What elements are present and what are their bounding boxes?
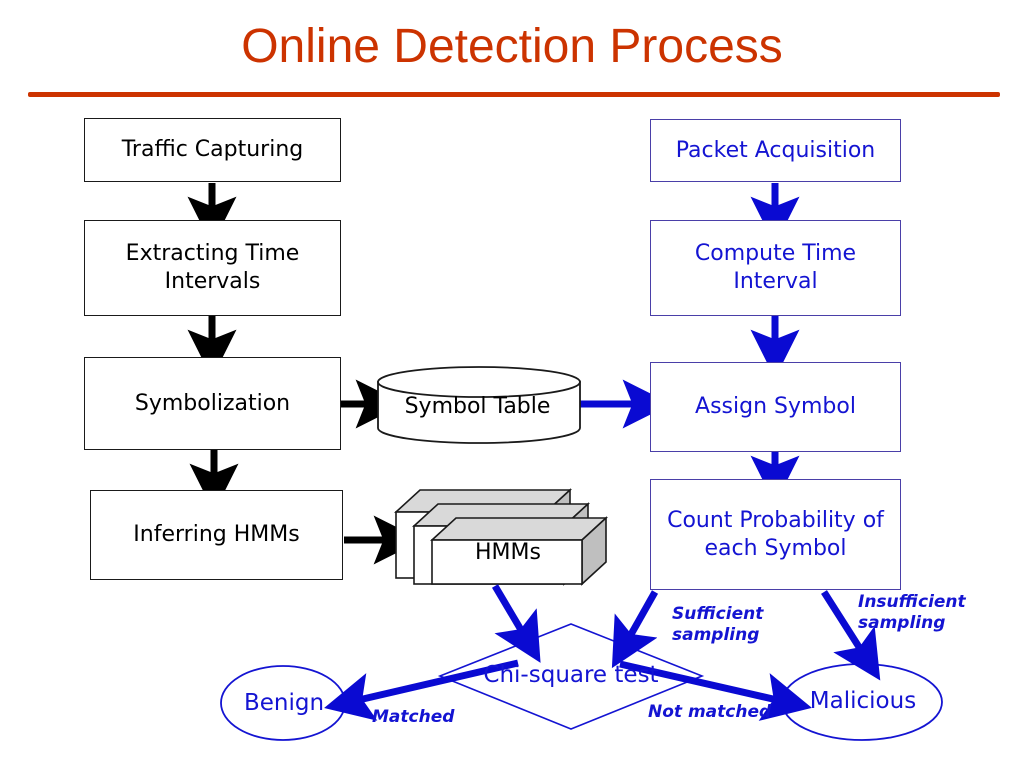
- box-extracting-time-intervals-label: Extracting Time Intervals: [125, 241, 300, 294]
- box-extracting-time-intervals[interactable]: Extracting Time Intervals: [84, 220, 341, 316]
- box-traffic-capturing-label: Traffic Capturing: [121, 137, 304, 162]
- arrow-count-to-chi-square: [611, 590, 659, 669]
- box-symbolization[interactable]: Symbolization: [84, 357, 341, 450]
- box-inferring-hmms[interactable]: Inferring HMMs: [90, 490, 343, 580]
- benign-label: Benign: [243, 690, 325, 716]
- box-assign-symbol-label: Assign Symbol: [695, 394, 856, 419]
- box-compute-time-interval-label: Compute Time Interval: [694, 241, 857, 294]
- box-assign-symbol[interactable]: Assign Symbol: [650, 362, 901, 452]
- title-underline-rule: [28, 92, 1000, 97]
- box-packet-acquisition-label: Packet Acquisition: [675, 137, 876, 163]
- box-compute-time-interval[interactable]: Compute Time Interval: [650, 220, 901, 316]
- box-symbolization-label: Symbolization: [134, 390, 291, 416]
- chi-square-test-label: Chi-square test: [483, 662, 659, 688]
- box-packet-acquisition[interactable]: Packet Acquisition: [650, 119, 901, 182]
- hmms-label: HMMs: [475, 540, 541, 565]
- symbol-table-label: Symbol Table: [404, 394, 551, 419]
- box-inferring-hmms-label: Inferring HMMs: [133, 522, 300, 547]
- symbol-table-artifact[interactable]: Symbol Table: [375, 368, 580, 440]
- arrow-hmms-to-chi-square: [491, 584, 541, 663]
- edge-label-sufficient-sampling: Sufficient sampling: [672, 604, 764, 645]
- box-count-probability-label: Count Probability of each Symbol: [667, 507, 884, 561]
- edge-label-not-matched: Not matched: [648, 702, 772, 722]
- page-title: Online Detection Process: [241, 20, 783, 73]
- box-traffic-capturing[interactable]: Traffic Capturing: [84, 118, 341, 182]
- hmms-artifact[interactable]: HMMs: [392, 484, 597, 584]
- malicious-label: Malicious: [809, 688, 917, 714]
- edge-label-matched: Matched: [372, 707, 455, 727]
- slide-canvas: Online Detection Process Traffic Capturi…: [0, 0, 1024, 768]
- edge-label-insufficient-sampling: Insufficient sampling: [858, 592, 966, 633]
- box-count-probability[interactable]: Count Probability of each Symbol: [650, 479, 901, 590]
